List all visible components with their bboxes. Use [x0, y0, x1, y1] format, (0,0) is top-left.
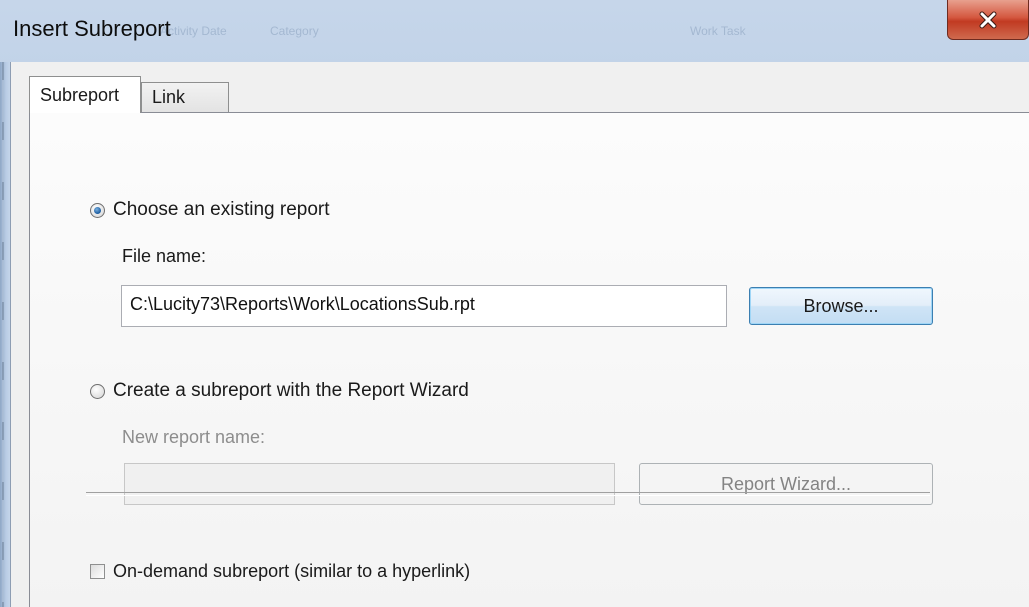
on-demand-label: On-demand subreport (similar to a hyperl…	[113, 561, 471, 581]
wizard-radio[interactable]	[90, 383, 105, 399]
report-wizard-button[interactable]: Report Wizard...	[639, 463, 933, 505]
subreport-tab-panel: Choose an existing report File name: C:\…	[29, 112, 1029, 607]
tab-label: Link	[152, 87, 186, 107]
tab-subreport[interactable]: Subreport	[29, 76, 141, 113]
browse-button[interactable]: Browse...	[749, 287, 933, 325]
existing-report-option[interactable]: Choose an existing report	[90, 199, 330, 221]
file-name-input[interactable]: C:\Lucity73\Reports\Work\LocationsSub.rp…	[121, 285, 727, 327]
window-title: Insert Subreport	[13, 16, 171, 41]
new-report-name-input[interactable]	[124, 463, 615, 505]
background-window-text: Work Task	[690, 24, 746, 38]
dialog-client-area: Subreport Link Choose an existing report…	[10, 62, 1029, 607]
on-demand-checkbox[interactable]	[90, 564, 105, 579]
insert-subreport-window: Activity Date Category Work Task Insert …	[0, 0, 1029, 607]
wizard-option[interactable]: Create a subreport with the Report Wizar…	[90, 380, 469, 402]
existing-report-label: Choose an existing report	[113, 199, 330, 220]
on-demand-option[interactable]: On-demand subreport (similar to a hyperl…	[90, 561, 470, 582]
window-left-border	[0, 62, 10, 607]
title-bar[interactable]: Activity Date Category Work Task Insert …	[0, 0, 1029, 62]
separator-line	[86, 492, 930, 496]
new-report-name-label: New report name:	[122, 427, 266, 447]
browse-button-label: Browse...	[803, 295, 879, 316]
existing-report-radio[interactable]	[90, 202, 105, 218]
background-window-text: Category	[270, 24, 319, 38]
file-name-label: File name:	[122, 246, 207, 266]
tab-link[interactable]: Link	[141, 82, 229, 112]
tab-label: Subreport	[40, 85, 120, 105]
close-icon	[979, 11, 997, 28]
close-button[interactable]	[947, 0, 1029, 40]
wizard-option-label: Create a subreport with the Report Wizar…	[113, 380, 469, 401]
panel-background	[30, 113, 1029, 607]
